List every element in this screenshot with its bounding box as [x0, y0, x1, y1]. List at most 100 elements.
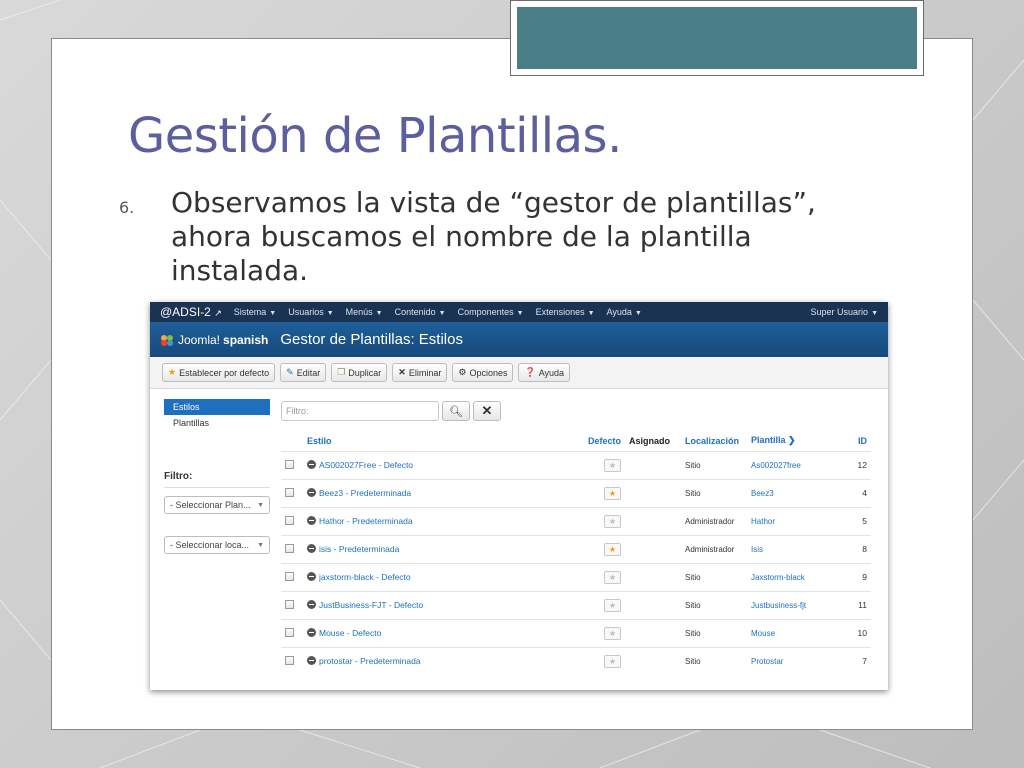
id-cell: 4 [837, 478, 871, 507]
table-row: AS002027Free - Defecto ★ Sitio As002027free… [281, 450, 871, 479]
default-star-button[interactable]: ★ [604, 598, 621, 612]
caret-down-icon: ▼ [326, 310, 334, 317]
style-link[interactable]: Beez3 - Predeterminada [319, 488, 411, 498]
assigned-cell [625, 646, 681, 675]
style-link[interactable]: Hathor - Predeterminada [319, 516, 413, 526]
location-cell: Administrador [681, 506, 747, 535]
location-cell: Sitio [681, 618, 747, 647]
column-header-id[interactable]: ID [837, 431, 871, 451]
style-cell: JustBusiness-FJT - Defecto [303, 590, 569, 619]
menu-menus[interactable]: Menús ▼ [346, 307, 383, 317]
default-cell: ★ [569, 450, 625, 479]
default-star-button[interactable]: ★ [604, 570, 621, 584]
default-star-button[interactable]: ★ [604, 486, 621, 500]
default-star-button[interactable]: ★ [604, 654, 621, 668]
id-cell: 9 [837, 562, 871, 591]
style-link[interactable]: jaxstorm-black - Defecto [319, 572, 411, 582]
default-cell: ★ [569, 478, 625, 507]
chevron-down-icon: ▼ [257, 541, 264, 549]
status-dot-icon [307, 628, 316, 637]
default-star-button[interactable]: ★ [604, 514, 621, 528]
default-star-button[interactable]: ★ [604, 458, 621, 472]
location-filter-select[interactable]: - Seleccionar loca... ▼ [164, 536, 270, 554]
template-link[interactable]: Mouse [751, 629, 775, 638]
style-link[interactable]: protostar - Predeterminada [319, 656, 421, 666]
assigned-cell [625, 506, 681, 535]
menu-contenido[interactable]: Contenido ▼ [395, 307, 446, 317]
style-cell: Hathor - Predeterminada [303, 506, 569, 535]
style-link[interactable]: Mouse - Defecto [319, 628, 381, 638]
style-cell: AS002027Free - Defecto [303, 450, 569, 479]
row-checkbox[interactable] [285, 599, 294, 609]
sort-chevron-down-icon: ❯ [788, 435, 796, 446]
edit-button[interactable]: ✎ Editar [280, 363, 327, 382]
search-input[interactable]: Filtro: [281, 401, 439, 421]
filter-title: Filtro: [164, 471, 270, 488]
row-checkbox[interactable] [285, 543, 294, 553]
help-button[interactable]: ❓ Ayuda [518, 363, 571, 382]
template-link[interactable]: Beez3 [751, 489, 774, 498]
delete-button[interactable]: ✕ Eliminar [392, 363, 448, 382]
duplicate-button[interactable]: ❐ Duplicar [331, 363, 388, 382]
id-cell: 11 [837, 590, 871, 619]
column-header-template[interactable]: Plantilla ❯ [747, 431, 837, 451]
row-checkbox[interactable] [285, 459, 294, 469]
location-cell: Sitio [681, 590, 747, 619]
assigned-cell [625, 590, 681, 619]
set-default-button[interactable]: ★ Establecer por defecto [162, 363, 276, 382]
table-row: jaxstorm-black - Defecto ★ Sitio Jaxstorm-b… [281, 562, 871, 591]
page-title: Gestor de Plantillas: Estilos [280, 331, 463, 348]
column-header-location[interactable]: Localización [681, 431, 747, 451]
style-link[interactable]: AS002027Free - Defecto [319, 460, 413, 470]
style-link[interactable]: JustBusiness-FJT - Defecto [319, 600, 423, 610]
default-star-button[interactable]: ★ [604, 542, 621, 556]
default-star-button[interactable]: ★ [604, 626, 621, 640]
template-link[interactable]: Justbusiness-fjt [751, 601, 806, 610]
column-header-style[interactable]: Estilo [303, 431, 569, 451]
template-link[interactable]: Isis [751, 545, 763, 554]
caret-down-icon: ▼ [269, 310, 277, 317]
clear-button[interactable]: ✕ [473, 401, 501, 421]
row-checkbox[interactable] [285, 655, 294, 665]
decorative-teal-box [510, 0, 924, 76]
table-row: isis - Predeterminada ★ Administrador Isis 8 [281, 534, 871, 563]
template-link[interactable]: Jaxstorm-black [751, 573, 805, 582]
template-link[interactable]: Hathor [751, 517, 775, 526]
row-checkbox[interactable] [285, 571, 294, 581]
caret-down-icon: ▼ [634, 310, 642, 317]
default-cell: ★ [569, 506, 625, 535]
user-menu[interactable]: Super Usuario ▼ [811, 307, 878, 317]
copy-icon: ❐ [337, 367, 346, 377]
default-cell: ★ [569, 646, 625, 675]
menu-extensiones[interactable]: Extensiones ▼ [536, 307, 595, 317]
menu-sistema[interactable]: Sistema ▼ [234, 307, 276, 317]
template-link[interactable]: As002027free [751, 461, 801, 470]
search-button[interactable]: 🔍︎ [442, 401, 470, 421]
sidebar-item-estilos[interactable]: Estilos [164, 399, 270, 415]
style-link[interactable]: isis - Predeterminada [319, 544, 399, 554]
template-cell: Justbusiness-fjt [747, 590, 837, 619]
site-brand[interactable]: @ADSI-2 ↗ [160, 305, 222, 319]
menu-componentes[interactable]: Componentes ▼ [458, 307, 524, 317]
row-checkbox-cell [281, 646, 303, 675]
status-dot-icon [307, 572, 316, 581]
row-checkbox[interactable] [285, 627, 294, 637]
template-filter-select[interactable]: - Seleccionar Plan... ▼ [164, 496, 270, 514]
caret-down-icon: ▼ [375, 310, 383, 317]
search-icon: 🔍︎ [449, 405, 463, 418]
menu-usuarios[interactable]: Usuarios ▼ [288, 307, 333, 317]
options-button[interactable]: ⚙ Opciones [452, 363, 514, 382]
template-link[interactable]: Protostar [751, 657, 783, 666]
style-cell: jaxstorm-black - Defecto [303, 562, 569, 591]
row-checkbox[interactable] [285, 487, 294, 497]
column-header-default[interactable]: Defecto [569, 431, 625, 451]
row-checkbox[interactable] [285, 515, 294, 525]
toolbar: ★ Establecer por defecto ✎ Editar ❐ Duplica… [150, 357, 888, 389]
sidebar-item-plantillas[interactable]: Plantillas [164, 415, 270, 431]
id-cell: 8 [837, 534, 871, 563]
template-cell: Isis [747, 534, 837, 563]
row-checkbox-cell [281, 590, 303, 619]
style-cell: Beez3 - Predeterminada [303, 478, 569, 507]
menu-ayuda[interactable]: Ayuda ▼ [607, 307, 642, 317]
joomla-logo[interactable]: Joomla! spanish [160, 333, 268, 347]
